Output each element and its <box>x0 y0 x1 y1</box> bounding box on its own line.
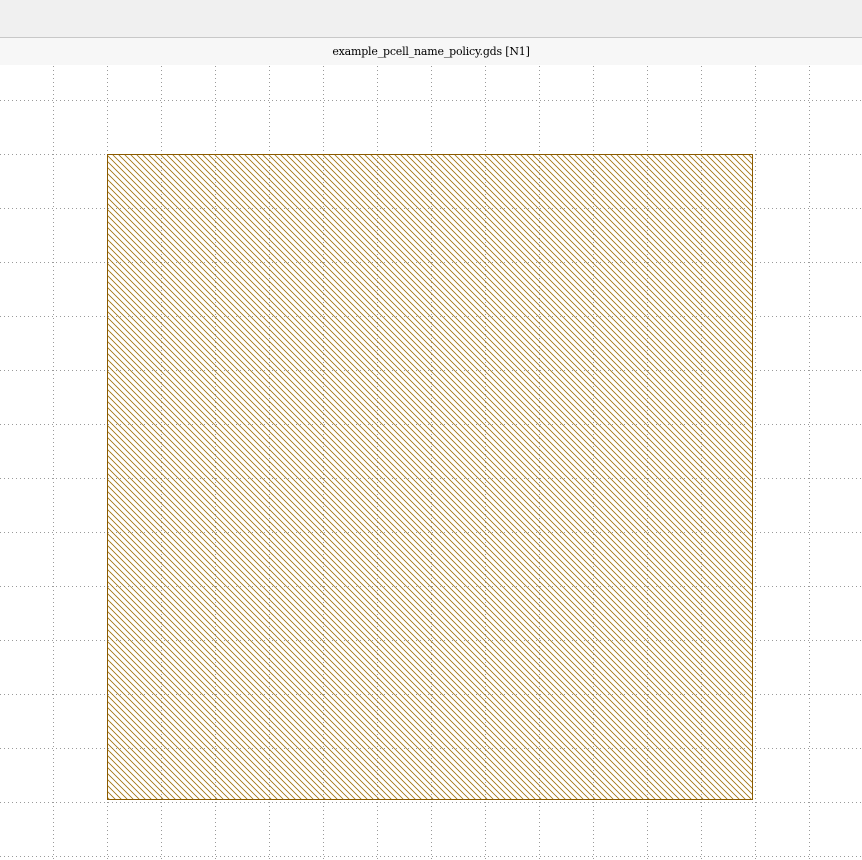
view-title: example_pcell_name_policy.gds [N1] <box>332 45 530 58</box>
view-title-bar: example_pcell_name_policy.gds [N1] <box>0 38 862 65</box>
layout-drawing[interactable] <box>0 66 862 860</box>
layout-shape-box[interactable] <box>107 154 753 800</box>
toolbar <box>0 0 862 38</box>
layout-canvas[interactable] <box>0 66 862 860</box>
